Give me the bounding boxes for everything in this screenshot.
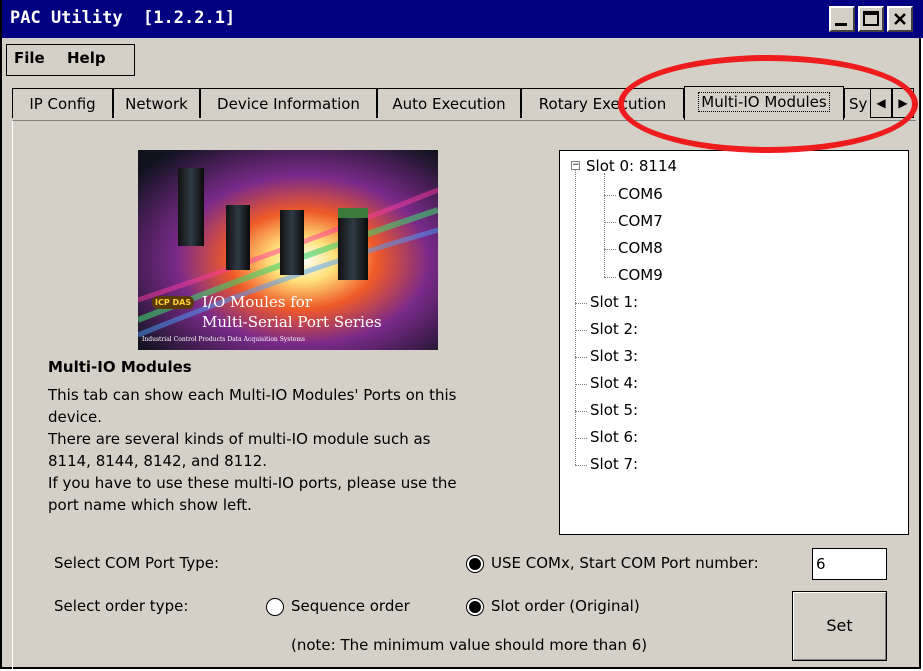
order-type-label: Select order type: <box>54 597 189 615</box>
description-text: This tab can show each Multi-IO Modules'… <box>48 384 548 516</box>
slot-order-label[interactable]: Slot order (Original) <box>491 597 640 615</box>
caret-left-icon: ◀ <box>876 96 886 110</box>
tree-line <box>575 384 587 385</box>
tree-line <box>604 222 616 223</box>
use-comx-label[interactable]: USE COMx, Start COM Port number: <box>491 554 759 572</box>
tree-item-slot-3[interactable]: Slot 3: <box>590 347 638 365</box>
slot-order-radio[interactable] <box>466 598 484 616</box>
module-tree-view[interactable]: − Slot 0: 8114 COM6 COM7 COM8 COM9 Slot … <box>559 150 909 535</box>
tree-line <box>575 330 587 331</box>
tree-item-slot-7[interactable]: Slot 7: <box>590 455 638 473</box>
tree-item-com7[interactable]: COM7 <box>618 212 663 230</box>
tree-item-com6[interactable]: COM6 <box>618 185 663 203</box>
set-button[interactable]: Set <box>792 591 887 661</box>
banner-logo: ICP DAS <box>152 296 195 309</box>
minimize-icon <box>835 23 847 26</box>
banner-line3: Industrial Control Products Data Acquisi… <box>142 336 306 343</box>
tab-label: Rotary Execution <box>538 95 667 113</box>
tree-line <box>604 195 616 196</box>
tab-auto-execution[interactable]: Auto Execution <box>377 88 521 118</box>
tree-line <box>575 165 576 465</box>
tree-item-com8[interactable]: COM8 <box>618 239 663 257</box>
tab-multi-io-modules[interactable]: Multi-IO Modules <box>684 86 844 120</box>
tree-line <box>575 465 587 466</box>
tree-line <box>575 438 587 439</box>
sequence-order-label[interactable]: Sequence order <box>291 597 410 615</box>
tree-line <box>604 173 605 277</box>
description-line: device. <box>48 408 103 426</box>
menu-file[interactable]: File <box>14 49 45 67</box>
banner-line2: Multi-Serial Port Series <box>202 313 382 331</box>
tab-label: Multi-IO Modules <box>698 92 830 112</box>
description-title: Multi-IO Modules <box>48 358 192 376</box>
use-comx-radio[interactable] <box>466 555 484 573</box>
tree-item-slot-1[interactable]: Slot 1: <box>590 293 638 311</box>
menu-bar: File Help <box>6 44 135 76</box>
tree-line <box>604 277 616 278</box>
tab-network[interactable]: Network <box>113 88 200 118</box>
minimize-button[interactable] <box>829 6 855 32</box>
tree-line <box>575 303 587 304</box>
window-title: PAC Utility [1.2.2.1] <box>10 8 236 28</box>
tree-item-slot-0[interactable]: Slot 0: 8114 <box>586 157 677 175</box>
tab-label: Auto Execution <box>392 95 506 113</box>
tree-item-slot-6[interactable]: Slot 6: <box>590 428 638 446</box>
tab-label: IP Config <box>29 95 96 113</box>
maximize-icon <box>863 11 879 26</box>
sequence-order-radio[interactable] <box>266 598 284 616</box>
maximize-button[interactable] <box>858 6 884 32</box>
tree-item-slot-5[interactable]: Slot 5: <box>590 401 638 419</box>
tree-line <box>575 411 587 412</box>
banner-line1: I/O Moules for <box>202 293 312 311</box>
minimum-value-note: (note: The minimum value should more tha… <box>291 636 648 654</box>
tree-line <box>604 249 616 250</box>
description-line: 8114, 8144, 8142, and 8112. <box>48 452 268 470</box>
start-com-port-input[interactable]: 6 <box>812 548 887 580</box>
description-line: There are several kinds of multi-IO modu… <box>48 430 431 448</box>
tab-strip: IP Config Network Device Information Aut… <box>12 86 915 120</box>
close-button[interactable] <box>887 6 913 32</box>
tab-label: Sy <box>849 95 868 113</box>
tree-item-slot-2[interactable]: Slot 2: <box>590 320 638 338</box>
app-window: PAC Utility [1.2.2.1] File Help IP Confi… <box>0 0 923 671</box>
title-bar[interactable]: PAC Utility [1.2.2.1] <box>2 0 923 38</box>
tab-label: Network <box>125 95 188 113</box>
tree-item-slot-4[interactable]: Slot 4: <box>590 374 638 392</box>
banner-image: ICP DAS I/O Moules for Multi-Serial Port… <box>138 150 438 350</box>
tab-rotary-execution[interactable]: Rotary Execution <box>521 88 684 118</box>
tree-item-com9[interactable]: COM9 <box>618 266 663 284</box>
tab-scroll-right-button[interactable]: ▶ <box>892 88 914 118</box>
tree-line <box>575 357 587 358</box>
tab-label: Device Information <box>217 95 360 113</box>
tab-device-information[interactable]: Device Information <box>200 88 377 118</box>
com-port-type-label: Select COM Port Type: <box>54 554 220 572</box>
caret-right-icon: ▶ <box>898 96 908 110</box>
description-line: port name which show left. <box>48 496 252 514</box>
tab-ip-config[interactable]: IP Config <box>12 88 113 118</box>
menu-help[interactable]: Help <box>67 49 106 67</box>
description-line: If you have to use these multi-IO ports,… <box>48 474 457 492</box>
description-line: This tab can show each Multi-IO Modules'… <box>48 386 457 404</box>
collapse-icon[interactable]: − <box>571 161 580 170</box>
tab-scroll-left-button[interactable]: ◀ <box>870 88 892 118</box>
close-icon <box>894 13 906 25</box>
